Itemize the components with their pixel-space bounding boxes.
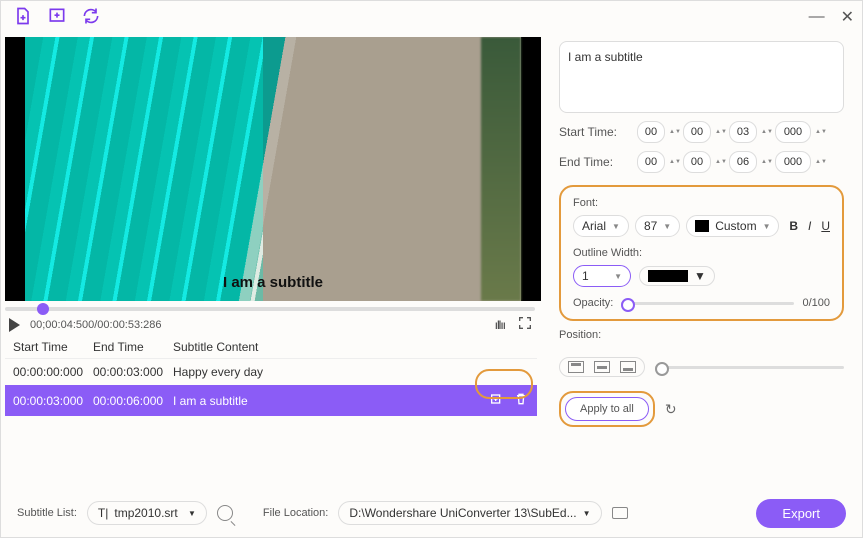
subtitle-list-select[interactable]: T|tmp2010.srt▼ xyxy=(87,501,207,525)
subtitle-list-label: Subtitle List: xyxy=(17,507,77,519)
position-slider[interactable] xyxy=(655,366,844,369)
add-file-icon[interactable] xyxy=(13,6,33,29)
font-label: Font: xyxy=(573,197,830,209)
outline-color-select[interactable]: ▼ xyxy=(639,266,715,286)
file-location-label: File Location: xyxy=(263,507,328,519)
search-icon[interactable] xyxy=(217,505,233,521)
seek-bar[interactable] xyxy=(5,307,535,311)
bold-button[interactable]: B xyxy=(789,219,798,233)
start-ms[interactable] xyxy=(775,121,811,143)
subtitle-table-header: Start Time End Time Subtitle Content xyxy=(5,336,537,359)
font-color-select[interactable]: Custom▼ xyxy=(686,215,779,237)
reset-icon[interactable]: ↻ xyxy=(665,401,677,418)
underline-button[interactable]: U xyxy=(821,219,830,233)
open-folder-icon[interactable] xyxy=(612,507,628,519)
apply-to-all-button[interactable]: Apply to all xyxy=(565,397,649,421)
position-label: Position: xyxy=(559,329,844,341)
table-row[interactable]: 00:00:03:000 00:00:06:000 I am a subtitl… xyxy=(5,385,537,416)
opacity-label: Opacity: xyxy=(573,297,613,309)
start-s[interactable] xyxy=(729,121,757,143)
end-time-label: End Time: xyxy=(559,155,631,169)
video-preview[interactable]: I am a subtitle xyxy=(5,37,541,301)
table-row[interactable]: 00:00:00:000 00:00:03:000 Happy every da… xyxy=(5,359,537,385)
delete-subtitle-icon[interactable] xyxy=(513,391,529,410)
outline-label: Outline Width: xyxy=(573,247,830,259)
add-subtitle-icon[interactable] xyxy=(489,391,505,410)
fullscreen-icon[interactable] xyxy=(517,315,533,334)
add-clip-icon[interactable] xyxy=(47,6,67,29)
italic-button[interactable]: I xyxy=(808,219,811,233)
subtitle-overlay: I am a subtitle xyxy=(223,274,323,291)
start-h[interactable] xyxy=(637,121,665,143)
waveform-icon[interactable]: ıllıı xyxy=(495,318,505,332)
minimize-button[interactable]: — xyxy=(809,8,825,26)
playback-time: 00;00:04:500/00:00:53:286 xyxy=(30,319,162,331)
position-top-button[interactable] xyxy=(568,361,584,373)
export-button[interactable]: Export xyxy=(756,499,846,528)
font-family-select[interactable]: Arial▼ xyxy=(573,215,629,237)
start-m[interactable] xyxy=(683,121,711,143)
position-middle-button[interactable] xyxy=(594,361,610,373)
subtitle-text-input[interactable] xyxy=(559,41,844,113)
opacity-slider[interactable] xyxy=(621,302,794,305)
end-h[interactable] xyxy=(637,151,665,173)
file-location-select[interactable]: D:\Wondershare UniConverter 13\SubEd...▼ xyxy=(338,501,601,525)
opacity-value: 0/100 xyxy=(802,297,830,309)
end-s[interactable] xyxy=(729,151,757,173)
end-ms[interactable] xyxy=(775,151,811,173)
font-size-select[interactable]: 87▼ xyxy=(635,215,680,237)
end-m[interactable] xyxy=(683,151,711,173)
close-button[interactable]: ✕ xyxy=(841,7,854,27)
position-bottom-button[interactable] xyxy=(620,361,636,373)
refresh-sync-icon[interactable] xyxy=(81,6,101,29)
start-time-label: Start Time: xyxy=(559,125,631,139)
play-button[interactable] xyxy=(9,318,20,332)
outline-width-select[interactable]: 1▼ xyxy=(573,265,631,287)
